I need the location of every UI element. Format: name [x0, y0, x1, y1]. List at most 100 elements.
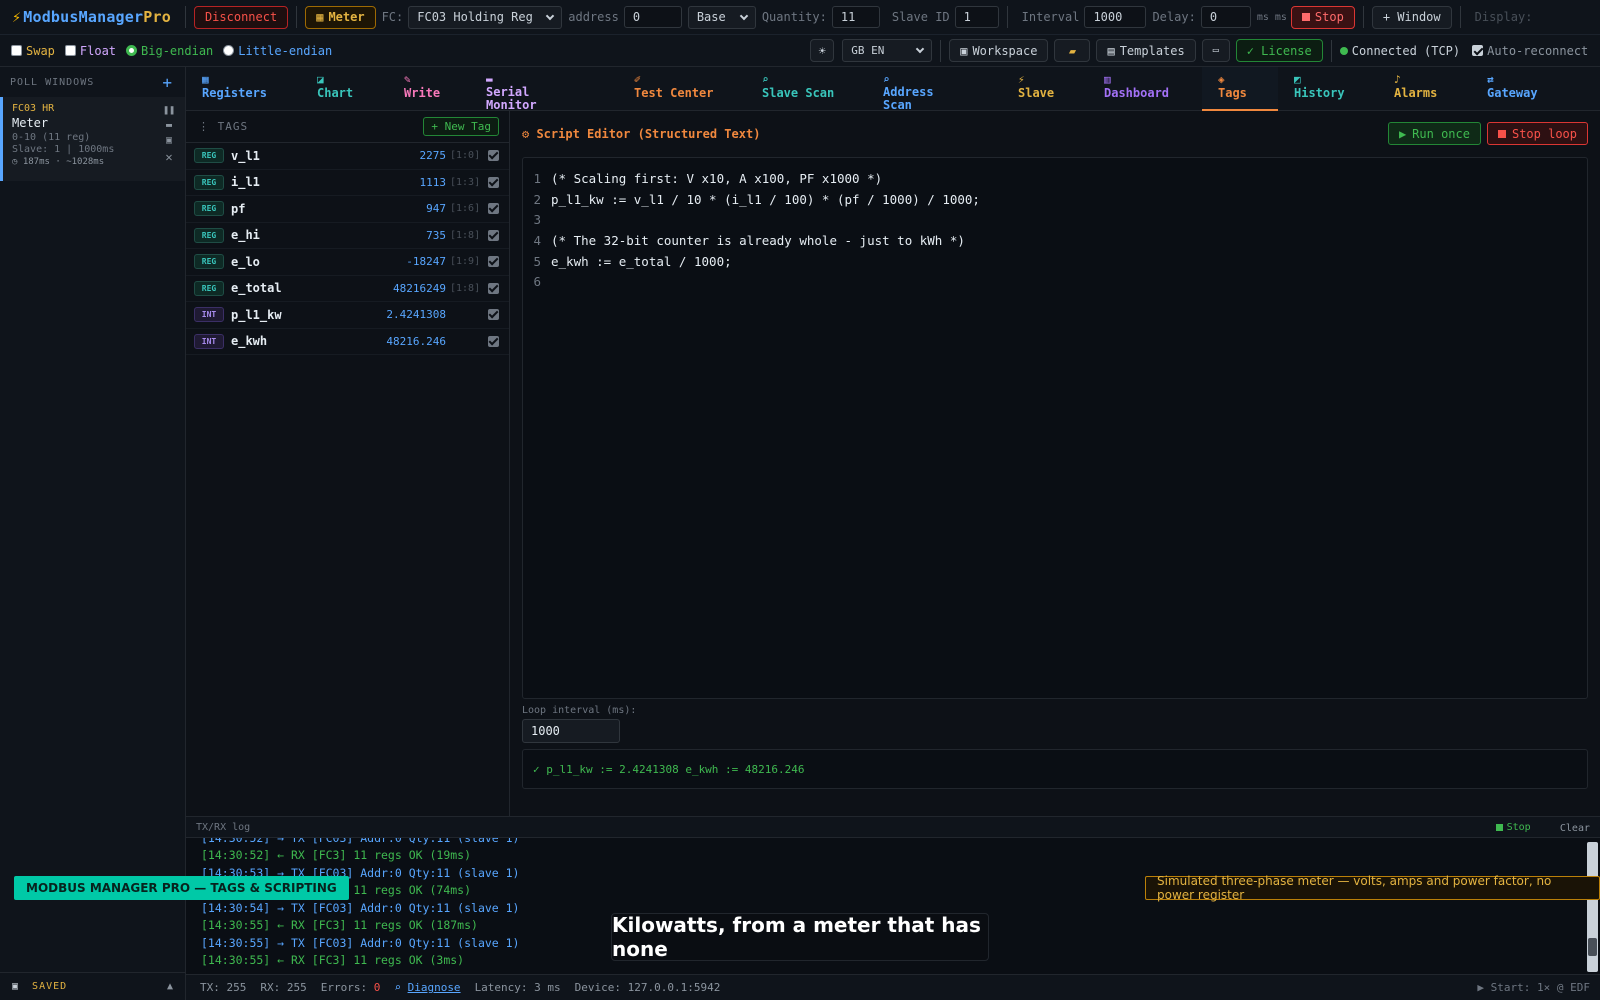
diagnose-link[interactable]: ⌕ Diagnose	[394, 981, 460, 994]
meter-button[interactable]: ▦ Meter	[305, 5, 376, 29]
tag-row[interactable]: REG pf 947 [1:6]	[186, 196, 509, 223]
tab-registers[interactable]: ▦ Registers	[186, 67, 301, 111]
secondary-toolbar: Swap Float Big-endian Little-endian ☀ GB…	[0, 35, 1600, 67]
divider	[1330, 39, 1332, 62]
new-tag-button[interactable]: + New Tag	[423, 117, 499, 136]
tab-label: Serial Monitor	[486, 85, 537, 112]
tag-row[interactable]: REG e_lo -18247 [1:9]	[186, 249, 509, 276]
stop-button[interactable]: Stop	[1290, 5, 1355, 29]
start-indicator: ▶ Start: 1× @ EDF	[1477, 981, 1590, 994]
video-caption: Kilowatts, from a meter that has none	[611, 913, 989, 961]
tag-enabled-checkbox[interactable]	[488, 256, 499, 268]
theme-toggle-button[interactable]: ☀	[810, 39, 835, 62]
divider	[1006, 6, 1008, 28]
poll-window-timing: ◷ 187ms · ~1028ms	[12, 157, 177, 167]
radio-dot[interactable]	[223, 45, 235, 56]
close-icon[interactable]: ✕	[165, 150, 172, 164]
tag-enabled-checkbox[interactable]	[488, 282, 499, 294]
chevron-down-icon	[546, 11, 555, 20]
tab-test-center[interactable]: ✐ Test Center	[618, 67, 746, 111]
tab-icon: ⇄	[1487, 73, 1494, 86]
tab-slave[interactable]: ⚡ Slave	[1002, 67, 1088, 111]
disconnect-button[interactable]: Disconnect	[193, 5, 289, 29]
tag-enabled-checkbox[interactable]	[488, 309, 499, 321]
diagnose-label[interactable]: Diagnose	[408, 981, 461, 994]
tab-dashboard[interactable]: ▥ Dashboard	[1088, 67, 1202, 111]
auto-reconnect-checkbox[interactable]: Auto-reconnect	[1472, 44, 1588, 58]
quantity-input[interactable]: 11	[831, 6, 880, 28]
templates-button[interactable]: ▤ Templates	[1096, 39, 1196, 62]
tag-row[interactable]: INT e_kwh 48216.246	[186, 329, 509, 355]
log-scrollbar[interactable]	[1587, 842, 1598, 972]
minimize-icon[interactable]: ▬	[166, 120, 172, 131]
delay-label: Delay:	[1152, 10, 1196, 24]
base-select[interactable]: Base	[687, 5, 756, 29]
tab-history[interactable]: ◩ History	[1278, 67, 1378, 111]
tag-enabled-checkbox[interactable]	[488, 229, 499, 241]
tag-value: 947	[426, 202, 446, 216]
tag-row[interactable]: INT p_l1_kw 2.4241308	[186, 302, 509, 329]
tag-enabled-checkbox[interactable]	[488, 203, 499, 215]
tag-type-badge: INT	[194, 333, 224, 349]
tab-slave-scan[interactable]: ⌕ Slave Scan	[746, 67, 867, 111]
tag-name: e_total	[231, 281, 282, 296]
log-header: TX/RX log Stop Clear	[186, 816, 1600, 838]
fc-select[interactable]: FC03 Holding Reg	[408, 5, 563, 29]
big-endian-radio[interactable]: Big-endian	[126, 44, 213, 58]
float-checkbox[interactable]: Float	[64, 44, 116, 58]
line-text: p_l1_kw := v_l1 / 10 * (i_l1 / 100) * (p…	[551, 191, 980, 207]
tab-serial-monitor[interactable]: ▬ Serial Monitor	[470, 67, 618, 112]
stop-loop-button[interactable]: Stop loop	[1486, 122, 1588, 145]
language-select[interactable]: GB EN	[842, 39, 933, 62]
tag-value: 2275	[419, 149, 447, 163]
tab-address-scan[interactable]: ⌕ Address Scan	[867, 67, 1002, 112]
run-once-button[interactable]: ▶ Run once	[1387, 122, 1481, 145]
radio-dot[interactable]	[126, 45, 138, 56]
poll-window-range: 0-10 (11 reg)	[12, 132, 91, 143]
logo-text-b: Manager	[78, 8, 144, 26]
interval-label: Interval	[1021, 10, 1080, 24]
tab-icon: ▥	[1104, 73, 1111, 86]
tab-chart[interactable]: ◪ Chart	[301, 67, 388, 111]
tag-enabled-checkbox[interactable]	[488, 176, 499, 188]
checkbox-box[interactable]	[11, 45, 22, 56]
tab-write[interactable]: ✎ Write	[388, 67, 470, 111]
code-editor[interactable]: 1 (* Scaling first: V x10, A x100, PF x10…	[522, 157, 1588, 699]
pause-icon[interactable]: ❚❚	[163, 105, 175, 116]
address-input[interactable]: 0	[623, 6, 682, 28]
tab-tags[interactable]: ◈ Tags	[1202, 67, 1278, 111]
workspace-button[interactable]: ▣ Workspace	[949, 39, 1049, 62]
tag-row[interactable]: REG i_l1 1113 [1:3]	[186, 170, 509, 196]
tag-row[interactable]: REG e_hi 735 [1:8]	[186, 223, 509, 249]
base-value: Base	[696, 10, 726, 24]
swap-checkbox[interactable]: Swap	[11, 44, 55, 58]
delay-input[interactable]: 0	[1200, 6, 1251, 28]
open-folder-button[interactable]: ▰	[1054, 39, 1091, 62]
tag-row[interactable]: REG e_total 48216249 [1:8]	[186, 276, 509, 302]
add-poll-window-icon[interactable]: +	[162, 73, 173, 92]
slave-id-input[interactable]: 1	[954, 6, 999, 28]
checkbox-box[interactable]	[64, 45, 76, 56]
interval-input[interactable]: 1000	[1084, 6, 1147, 28]
log-clear-button[interactable]: Clear	[1560, 823, 1590, 834]
export-button[interactable]: ▭	[1201, 39, 1230, 62]
tab-gateway[interactable]: ⇄ Gateway	[1471, 67, 1581, 111]
tag-enabled-checkbox[interactable]	[488, 335, 499, 347]
scrollbar-thumb[interactable]	[1588, 938, 1597, 956]
loop-interval-input[interactable]: 1000	[522, 719, 620, 743]
chevron-up-icon[interactable]: ▲	[167, 981, 174, 992]
tag-enabled-checkbox[interactable]	[488, 150, 499, 162]
license-button[interactable]: ✓ License	[1235, 39, 1323, 62]
tab-label: Write	[404, 86, 441, 100]
tab-alarms[interactable]: ♪ Alarms	[1378, 67, 1471, 111]
little-endian-radio[interactable]: Little-endian	[223, 44, 332, 58]
poll-window-item[interactable]: FC03 HR Meter 0-10 (11 reg) Slave: 1 | 1…	[0, 97, 185, 181]
saved-footer[interactable]: ▣ SAVED ▲	[0, 972, 186, 1000]
tag-name: e_hi	[231, 228, 260, 243]
add-window-button[interactable]: + Window	[1371, 5, 1452, 29]
checkbox-box[interactable]	[1472, 45, 1484, 56]
drag-handle-icon: ⋮	[198, 120, 218, 133]
tag-row[interactable]: REG v_l1 2275 [1:0]	[186, 143, 509, 170]
save-icon[interactable]: ▣	[166, 135, 172, 146]
log-stop-button[interactable]: Stop	[1495, 822, 1531, 833]
